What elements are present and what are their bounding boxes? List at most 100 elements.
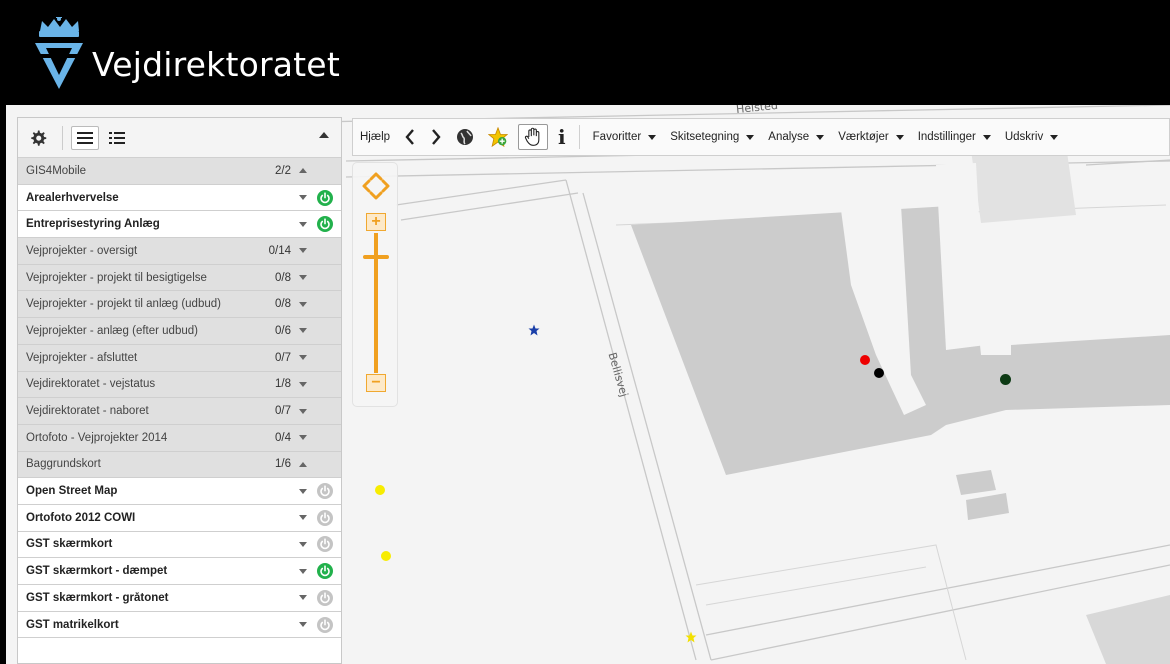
- power-toggle-icon[interactable]: [317, 589, 333, 606]
- star-add-icon: [488, 127, 509, 147]
- layer-group-row[interactable]: Vejprojekter - projekt til anlæg (udbud)…: [18, 291, 341, 319]
- layer-name: Vejprojekter - projekt til anlæg (udbud): [26, 298, 221, 311]
- map-marker-red[interactable]: [860, 355, 870, 365]
- caret-down-icon[interactable]: [297, 275, 309, 281]
- chevron-right-icon: [432, 129, 441, 145]
- settings-button[interactable]: [26, 126, 50, 150]
- menu-vaerktoejer[interactable]: Værktøjer: [831, 119, 910, 155]
- layer-group-row[interactable]: Ortofoto - Vejprojekter 2014 0/4: [18, 424, 341, 452]
- zoom-in-button[interactable]: +: [366, 213, 386, 231]
- gear-icon: [31, 130, 47, 146]
- layer-name: Vejdirektoratet - naboret: [26, 405, 149, 418]
- info-tool-button[interactable]: i: [551, 119, 573, 155]
- caret-down-icon[interactable]: [297, 221, 309, 227]
- pan-arrows-icon[interactable]: [361, 171, 391, 201]
- bullet-list-view-button[interactable]: [104, 126, 130, 150]
- menu-skitsetegning[interactable]: Skitsetegning: [663, 119, 761, 155]
- chevron-left-icon: [405, 129, 414, 145]
- caret-down-icon[interactable]: [297, 435, 309, 441]
- menu-favoritter[interactable]: Favoritter: [586, 119, 664, 155]
- layer-name: GST matrikelkort: [26, 618, 119, 631]
- layer-row[interactable]: Open Street Map: [18, 478, 341, 505]
- layer-group-row[interactable]: GIS4Mobile 2/2: [18, 158, 341, 185]
- map-marker-darkgreen[interactable]: [1000, 374, 1011, 385]
- layer-row[interactable]: GST skærmkort: [18, 531, 341, 559]
- info-icon: i: [558, 125, 566, 149]
- layer-row[interactable]: Ortofoto 2012 COWI: [18, 504, 341, 532]
- power-toggle-icon[interactable]: [317, 483, 333, 500]
- collapse-panel-icon[interactable]: [319, 132, 329, 138]
- layer-group-row[interactable]: Vejdirektoratet - naboret 0/7: [18, 398, 341, 425]
- menu-label: Indstillinger: [917, 131, 976, 143]
- layer-group-row[interactable]: Vejprojekter - projekt til besigtigelse 0…: [18, 264, 341, 292]
- menu-udskriv[interactable]: Udskriv: [998, 119, 1065, 155]
- help-button[interactable]: Hjælp: [353, 119, 397, 155]
- map-marker-yellow-2[interactable]: [381, 551, 391, 561]
- layer-name: Ortofoto - Vejprojekter 2014: [26, 431, 168, 444]
- map-marker-yellow-1[interactable]: [375, 485, 385, 495]
- layer-row[interactable]: Entreprisestyring Anlæg: [18, 211, 341, 239]
- add-favorite-button[interactable]: [481, 119, 515, 155]
- hand-icon: [525, 127, 540, 146]
- layer-name: GST skærmkort - gråtonet: [26, 591, 169, 604]
- layer-row[interactable]: GST skærmkort - dæmpet: [18, 558, 341, 585]
- full-extent-button[interactable]: [449, 119, 481, 155]
- caret-down-icon[interactable]: [297, 595, 309, 601]
- caret-down-icon[interactable]: [297, 355, 309, 361]
- caret-down-icon[interactable]: [297, 301, 309, 307]
- layer-count: 2/2: [275, 164, 291, 177]
- layer-group-row[interactable]: Baggrundskort 1/6: [18, 451, 341, 479]
- map-marker-black[interactable]: [874, 368, 884, 378]
- caret-up-icon[interactable]: [297, 461, 309, 467]
- menu-analyse[interactable]: Analyse: [761, 119, 831, 155]
- layer-group-row[interactable]: Vejprojekter - oversigt 0/14: [18, 238, 341, 265]
- caret-down-icon[interactable]: [297, 568, 309, 574]
- caret-down-icon: [816, 134, 825, 140]
- caret-down-icon[interactable]: [297, 328, 309, 334]
- power-toggle-icon[interactable]: [317, 509, 333, 526]
- forward-button[interactable]: [423, 119, 449, 155]
- zoom-out-button[interactable]: −: [366, 374, 386, 392]
- pan-tool-button[interactable]: [515, 119, 551, 155]
- layer-name: GIS4Mobile: [26, 164, 87, 177]
- layer-name: GST skærmkort - dæmpet: [26, 565, 168, 578]
- layer-count: 0/7: [275, 405, 291, 418]
- layer-count: 0/6: [275, 324, 291, 337]
- menu-indstillinger[interactable]: Indstillinger: [911, 119, 998, 155]
- menu-label: Skitsetegning: [670, 131, 740, 143]
- caret-down-icon[interactable]: [297, 248, 309, 254]
- caret-down-icon: [1050, 134, 1059, 140]
- caret-down-icon[interactable]: [297, 515, 309, 521]
- caret-down-icon[interactable]: [297, 408, 309, 414]
- power-toggle-icon[interactable]: [317, 563, 333, 580]
- zoom-slider-handle[interactable]: [363, 255, 389, 259]
- map-marker-yellow-star-icon[interactable]: [685, 631, 697, 643]
- menu-label: Analyse: [768, 131, 810, 143]
- caret-down-icon[interactable]: [297, 381, 309, 387]
- power-toggle-icon[interactable]: [317, 216, 333, 233]
- layer-panel: GIS4Mobile 2/2 Arealerhvervelse Entreprises…: [17, 117, 342, 664]
- zoom-slider-track[interactable]: [374, 233, 378, 373]
- layer-group-row[interactable]: Vejprojekter - afsluttet 0/7: [18, 344, 341, 372]
- power-toggle-icon[interactable]: [317, 189, 333, 206]
- power-toggle-icon[interactable]: [317, 616, 333, 633]
- power-toggle-icon[interactable]: [317, 536, 333, 553]
- list-view-button[interactable]: [71, 126, 99, 150]
- layer-row[interactable]: Arealerhvervelse: [18, 184, 341, 212]
- menu-label: Værktøjer: [838, 131, 889, 143]
- layer-row[interactable]: GST skærmkort - gråtonet: [18, 585, 341, 612]
- layer-row[interactable]: GST matrikelkort: [18, 611, 341, 639]
- caret-down-icon[interactable]: [297, 622, 309, 628]
- bullet-list-icon: [109, 132, 125, 144]
- layer-group-row[interactable]: Vejprojekter - anlæg (efter udbud) 0/6: [18, 318, 341, 345]
- caret-down-icon[interactable]: [297, 541, 309, 547]
- caret-down-icon[interactable]: [297, 195, 309, 201]
- map-marker-blue-star-icon[interactable]: [528, 324, 540, 336]
- caret-down-icon[interactable]: [297, 488, 309, 494]
- layer-count: 0/7: [275, 351, 291, 364]
- back-button[interactable]: [397, 119, 423, 155]
- caret-up-icon[interactable]: [297, 168, 309, 174]
- layer-group-row[interactable]: Vejdirektoratet - vejstatus 1/8: [18, 371, 341, 399]
- caret-down-icon: [648, 134, 657, 140]
- layer-count: 1/8: [275, 378, 291, 391]
